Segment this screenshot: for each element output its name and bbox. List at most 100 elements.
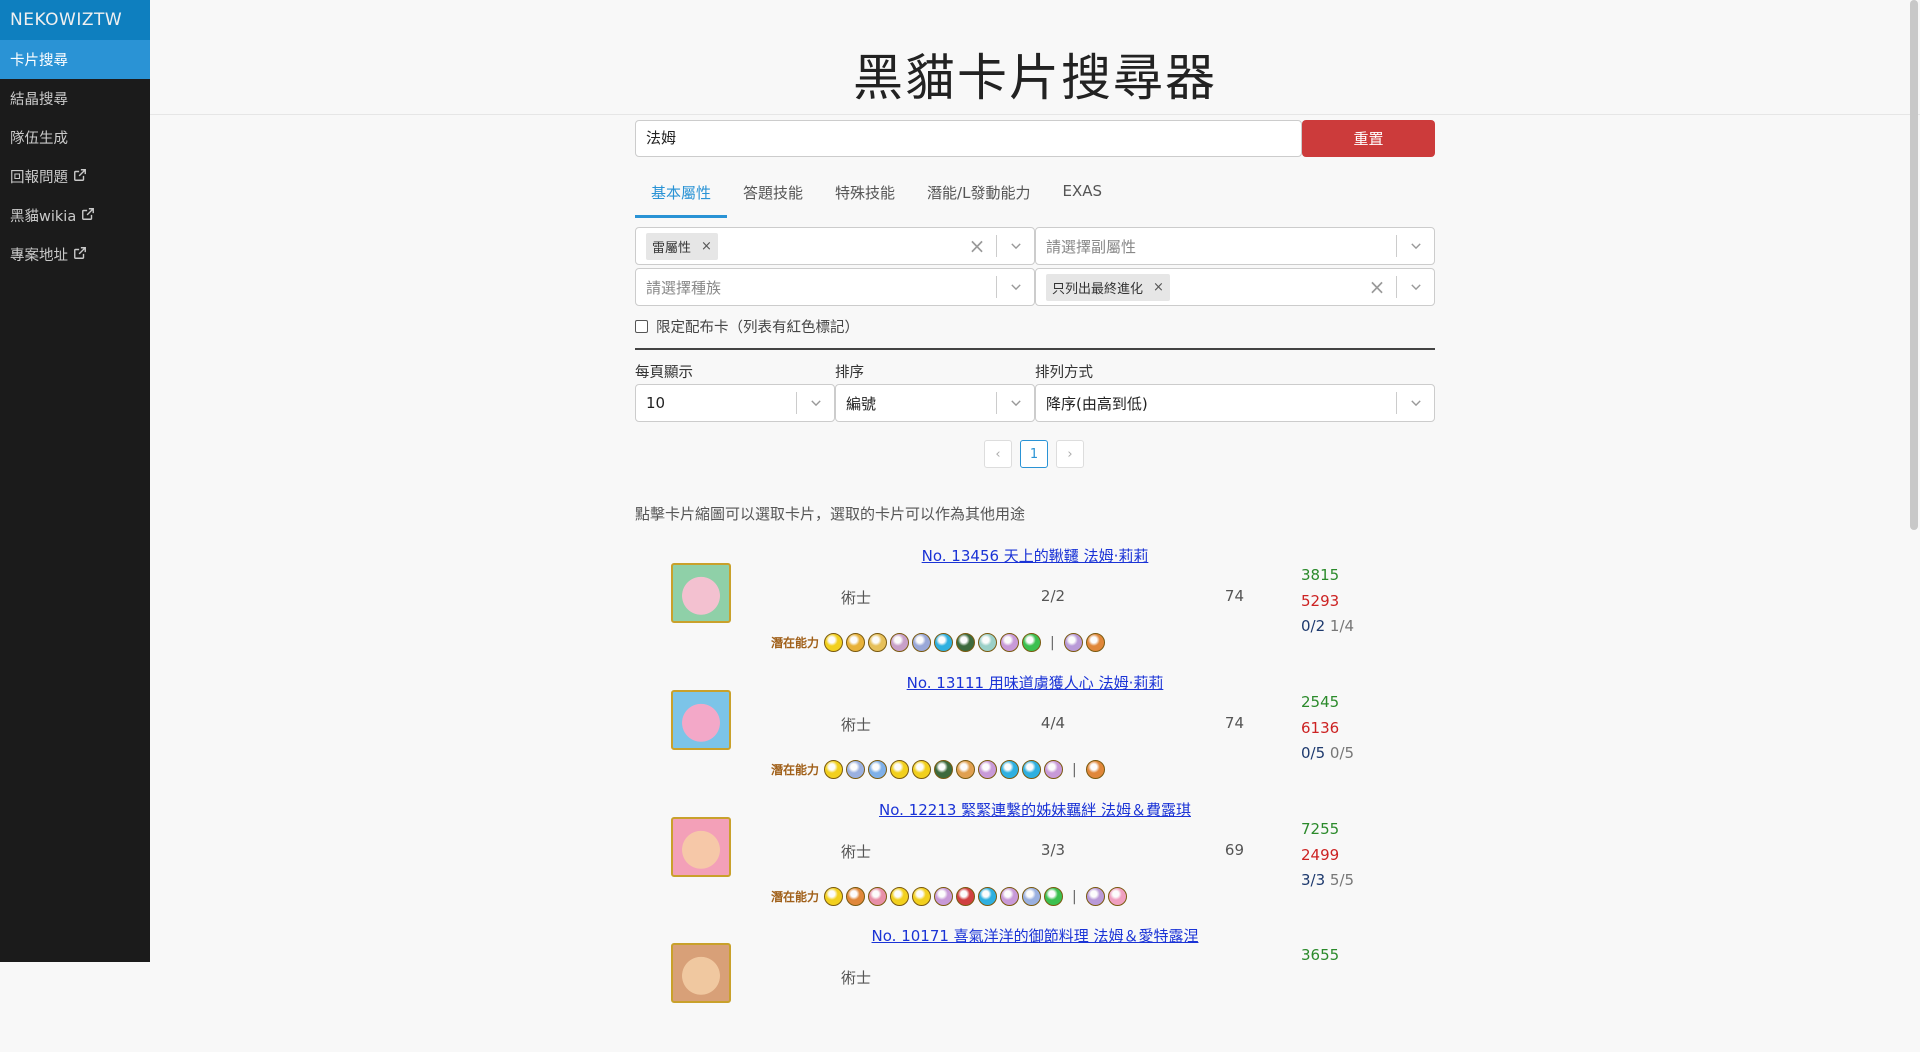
- chevron-down-icon[interactable]: [1397, 280, 1434, 294]
- pagination: ‹ 1 ›: [984, 440, 1084, 468]
- tab-4[interactable]: EXAS: [1046, 172, 1118, 218]
- tab-0[interactable]: 基本屬性: [635, 172, 728, 218]
- main-attribute-select[interactable]: 雷屬性 × ×: [635, 227, 1035, 265]
- sub-attribute-select[interactable]: 請選擇副屬性: [1035, 227, 1435, 265]
- sidebar-item-4[interactable]: 黑貓wikia: [0, 196, 150, 235]
- card-thumbnail[interactable]: [671, 690, 731, 750]
- evolution-select[interactable]: 只列出最終進化 × ×: [1035, 268, 1435, 306]
- ability-orb-icon: [1022, 633, 1042, 652]
- card-evolution: 4/4: [1040, 714, 1066, 732]
- card-thumbnail[interactable]: [671, 563, 731, 623]
- ability-orb-icon: [1000, 760, 1020, 779]
- sidebar-item-1[interactable]: 結晶搜尋: [0, 79, 150, 118]
- search-input[interactable]: 法姆: [635, 120, 1302, 157]
- ability-orb-icon: [824, 633, 844, 652]
- card-thumbnail[interactable]: [671, 817, 731, 877]
- card-class: 術士: [841, 716, 872, 734]
- checkbox-box[interactable]: [635, 320, 648, 333]
- brand-logo[interactable]: NEKOWIZTW: [0, 0, 150, 40]
- ability-orb-icon: [978, 760, 998, 779]
- skill-charge-b: 0/5: [1329, 744, 1355, 762]
- ability-orb-icon: [956, 633, 976, 652]
- tab-2[interactable]: 特殊技能: [819, 172, 911, 218]
- sidebar-item-3[interactable]: 回報問題: [0, 157, 150, 196]
- leader-ability-orb-icon: [1085, 760, 1105, 779]
- per-page-select[interactable]: 10: [635, 384, 835, 422]
- ability-orb-icon: [890, 887, 910, 906]
- limited-checkbox[interactable]: 限定配布卡（列表有紅色標記）: [635, 316, 859, 337]
- sidebar-item-5[interactable]: 專案地址: [0, 235, 150, 274]
- chevron-down-icon[interactable]: [1397, 239, 1434, 253]
- card-item: No. 12213 緊緊連繫的姊妹羈絆 法姆＆費露琪 術士 3/3 69 7255 249…: [635, 799, 1435, 926]
- card-atk: 5293: [1301, 591, 1340, 610]
- ability-orb-icon: [912, 633, 932, 652]
- card-evolution: 3/3: [1040, 841, 1066, 859]
- card-atk: 6136: [1301, 718, 1340, 737]
- ability-orb-icon: [978, 633, 998, 652]
- tab-3[interactable]: 潛能/L發動能力: [911, 172, 1046, 218]
- chevron-down-icon[interactable]: [1397, 396, 1434, 410]
- sidebar-item-label: 專案地址: [10, 248, 68, 264]
- card-thumbnail[interactable]: [671, 943, 731, 1003]
- ability-orb-icon: [846, 633, 866, 652]
- card-hp: 2545: [1301, 693, 1340, 711]
- remove-chip-icon[interactable]: ×: [1153, 280, 1164, 295]
- main-attribute-chip: 雷屬性 ×: [646, 232, 718, 260]
- order-select[interactable]: 降序(由高到低): [1035, 384, 1435, 422]
- ability-orb-icon: [956, 887, 976, 906]
- reset-button[interactable]: 重置: [1302, 120, 1435, 157]
- chevron-down-icon[interactable]: [997, 280, 1034, 294]
- next-page-button[interactable]: ›: [1056, 440, 1084, 468]
- external-link-icon: [68, 168, 87, 186]
- sidebar-item-2[interactable]: 隊伍生成: [0, 118, 150, 157]
- card-item: No. 13456 天上的鞦韆 法姆·莉莉 術士 2/2 74 3815 5293 0/2 …: [635, 545, 1435, 672]
- leader-ability-orb-icon: [1085, 887, 1105, 906]
- header-divider: [150, 114, 1920, 115]
- clear-icon[interactable]: ×: [958, 234, 996, 258]
- ability-separator: |: [1072, 761, 1077, 778]
- ability-orb-icon: [890, 760, 910, 779]
- per-page-value: 10: [646, 394, 666, 412]
- sidebar-item-label: 結晶搜尋: [10, 92, 68, 108]
- ability-orb-icon: [824, 760, 844, 779]
- remove-chip-icon[interactable]: ×: [701, 239, 712, 254]
- potential-abilities: 潛在能力 |: [771, 633, 1105, 652]
- chevron-down-icon[interactable]: [997, 396, 1034, 410]
- limited-label: 限定配布卡（列表有紅色標記）: [656, 320, 859, 336]
- ability-orb-icon: [978, 887, 998, 906]
- card-cost: 74: [1224, 587, 1244, 605]
- card-cost: 69: [1224, 841, 1244, 859]
- sidebar-item-label: 隊伍生成: [10, 131, 68, 147]
- card-hp: 7255: [1301, 820, 1340, 838]
- evolution-chip: 只列出最終進化 ×: [1046, 273, 1170, 301]
- sidebar-item-label: 黑貓wikia: [10, 209, 77, 225]
- race-select[interactable]: 請選擇種族: [635, 268, 1035, 306]
- selection-hint: 點擊卡片縮圖可以選取卡片，選取的卡片可以作為其他用途: [635, 505, 1026, 523]
- leader-ability-orb-icon: [1085, 633, 1105, 652]
- ability-orb-icon: [1000, 887, 1020, 906]
- sort-select[interactable]: 編號: [835, 384, 1035, 422]
- ability-orb-icon: [868, 633, 888, 652]
- tab-1[interactable]: 答題技能: [727, 172, 819, 218]
- ability-orb-icon: [868, 887, 888, 906]
- scrollbar[interactable]: [1910, 0, 1918, 530]
- filter-tabs: 基本屬性 答題技能 特殊技能 潛能/L發動能力 EXAS: [635, 172, 1118, 218]
- ability-orb-icon: [912, 760, 932, 779]
- prev-page-button[interactable]: ‹: [984, 440, 1012, 468]
- ability-orb-icon: [956, 760, 976, 779]
- section-divider: [635, 348, 1435, 350]
- card-stats: 3655: [1301, 943, 1339, 969]
- sidebar: NEKOWIZTW 卡片搜尋結晶搜尋隊伍生成回報問題黑貓wikia 專案地址: [0, 0, 150, 962]
- chevron-down-icon[interactable]: [797, 396, 834, 410]
- card-skill-charge: 3/3 5/5: [1301, 868, 1354, 894]
- chevron-down-icon[interactable]: [997, 239, 1034, 253]
- card-class: 術士: [841, 589, 872, 607]
- sidebar-item-label: 回報問題: [10, 170, 68, 186]
- sidebar-nav: 卡片搜尋結晶搜尋隊伍生成回報問題黑貓wikia 專案地址: [0, 40, 150, 274]
- page-button-1[interactable]: 1: [1020, 440, 1048, 468]
- potential-label: 潛在能力: [771, 890, 820, 904]
- ability-separator: |: [1050, 634, 1055, 651]
- sidebar-item-0[interactable]: 卡片搜尋: [0, 40, 150, 79]
- ability-orb-icon: [846, 887, 866, 906]
- clear-icon[interactable]: ×: [1358, 275, 1396, 299]
